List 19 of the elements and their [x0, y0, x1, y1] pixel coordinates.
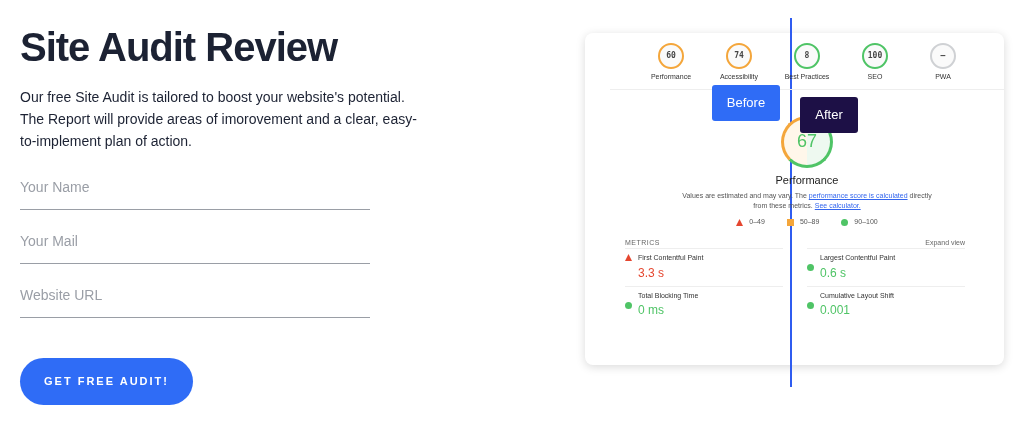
text-field[interactable]: Website URL — [20, 280, 370, 318]
before-label: Before — [712, 85, 780, 121]
score-gauge: 74 — [726, 43, 752, 69]
text-field[interactable]: Your Mail — [20, 226, 370, 264]
metric-value: 0 ms — [638, 302, 665, 319]
submit-button[interactable]: GET FREE AUDIT! — [20, 358, 193, 405]
metric-value: 3.3 s — [638, 264, 665, 282]
text-field[interactable]: Your Name — [20, 172, 370, 210]
metric-value: 0.6 s — [820, 264, 847, 282]
metric-value: 0.001 — [820, 302, 852, 319]
score-gauge: — — [930, 43, 956, 69]
score-gauge: 8 — [794, 43, 820, 69]
page-title: Site Audit Review — [20, 24, 339, 70]
intro-paragraph: Our free Site Audit is tailored to boost your website's potential. The Report will provide areas of imorovement and a clear, easy-to-implement plan of action. — [20, 88, 418, 151]
score-gauge: 60 — [658, 43, 684, 69]
after-label: After — [800, 97, 858, 133]
performance-score: 67 — [797, 130, 817, 153]
comparison-divider[interactable] — [790, 18, 792, 387]
score-gauge: 100 — [862, 43, 888, 69]
